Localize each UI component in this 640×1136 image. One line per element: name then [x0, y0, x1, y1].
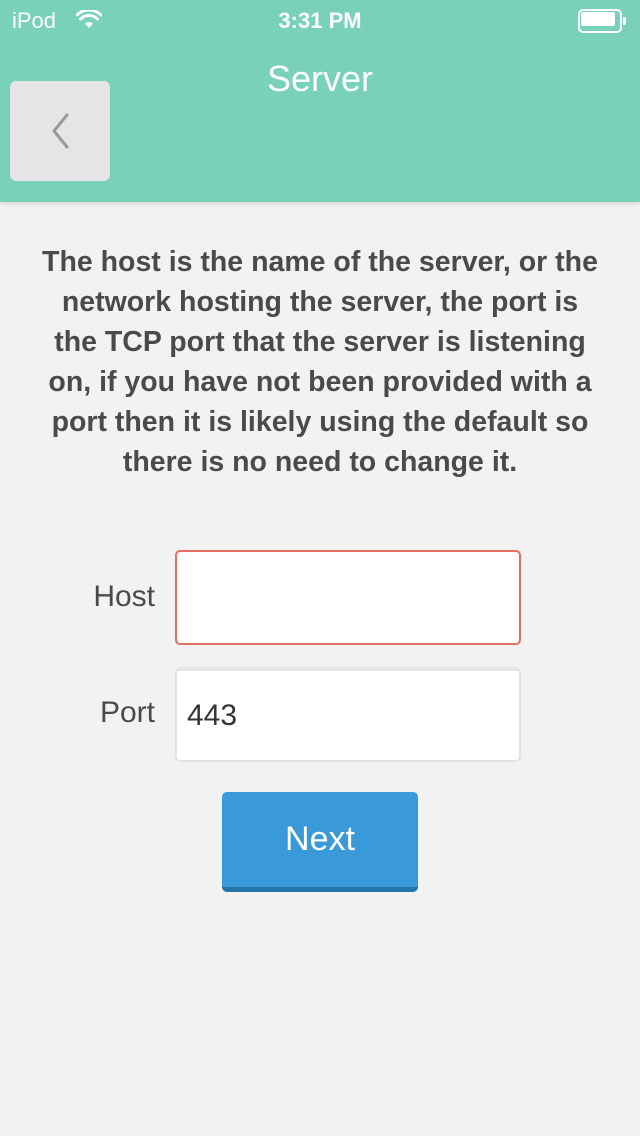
next-button[interactable]: Next — [222, 792, 418, 892]
port-input[interactable] — [175, 667, 521, 762]
status-time: 3:31 PM — [278, 8, 362, 33]
status-bar: iPod 3:31 PM — [0, 0, 640, 40]
header-bar: iPod 3:31 PM Server — [0, 0, 640, 202]
help-text: The host is the name of the server, or t… — [42, 246, 598, 478]
battery-icon — [578, 9, 626, 33]
port-label: Port — [99, 696, 155, 729]
back-button[interactable] — [10, 81, 110, 181]
host-label: Host — [93, 580, 155, 613]
host-input[interactable] — [175, 550, 521, 645]
chevron-left-icon — [52, 113, 69, 149]
